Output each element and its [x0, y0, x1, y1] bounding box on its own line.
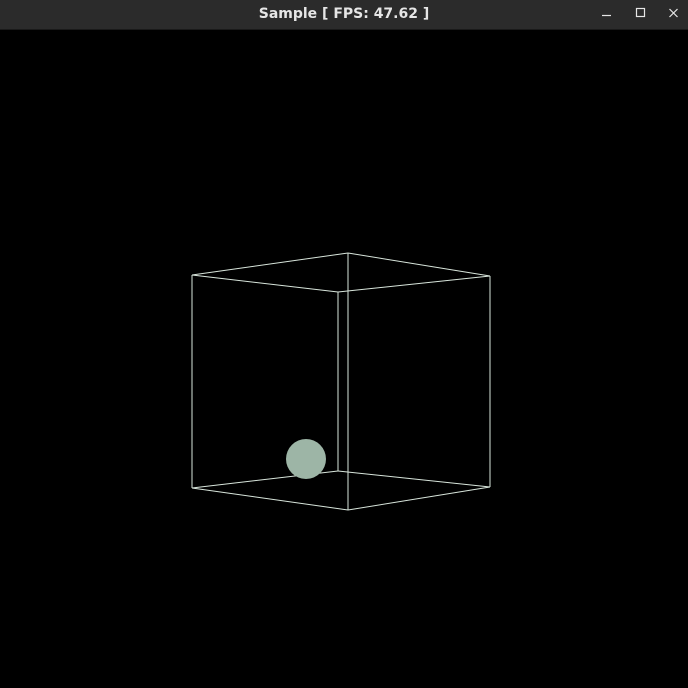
cube-edge	[191, 274, 339, 293]
maximize-icon	[635, 7, 646, 18]
close-button[interactable]	[659, 0, 688, 29]
render-viewport[interactable]	[0, 30, 688, 688]
cube-edge	[337, 275, 491, 293]
window-title: Sample [ FPS: 47.62 ]	[258, 6, 430, 22]
cube-edge	[191, 252, 349, 276]
wireframe-cube	[191, 252, 491, 511]
maximize-button[interactable]	[626, 0, 656, 29]
app-window: Sample [ FPS: 47.62 ]	[0, 0, 688, 688]
cube-edge	[347, 252, 491, 277]
minimize-button[interactable]	[592, 0, 622, 29]
title-bar[interactable]: Sample [ FPS: 47.62 ]	[0, 0, 688, 30]
ball	[286, 439, 326, 479]
cube-edge	[337, 470, 491, 488]
close-icon	[669, 8, 678, 18]
cube-edge	[347, 486, 491, 511]
minimize-icon	[602, 14, 611, 17]
scene-canvas	[191, 252, 491, 511]
cube-edge	[191, 487, 349, 511]
